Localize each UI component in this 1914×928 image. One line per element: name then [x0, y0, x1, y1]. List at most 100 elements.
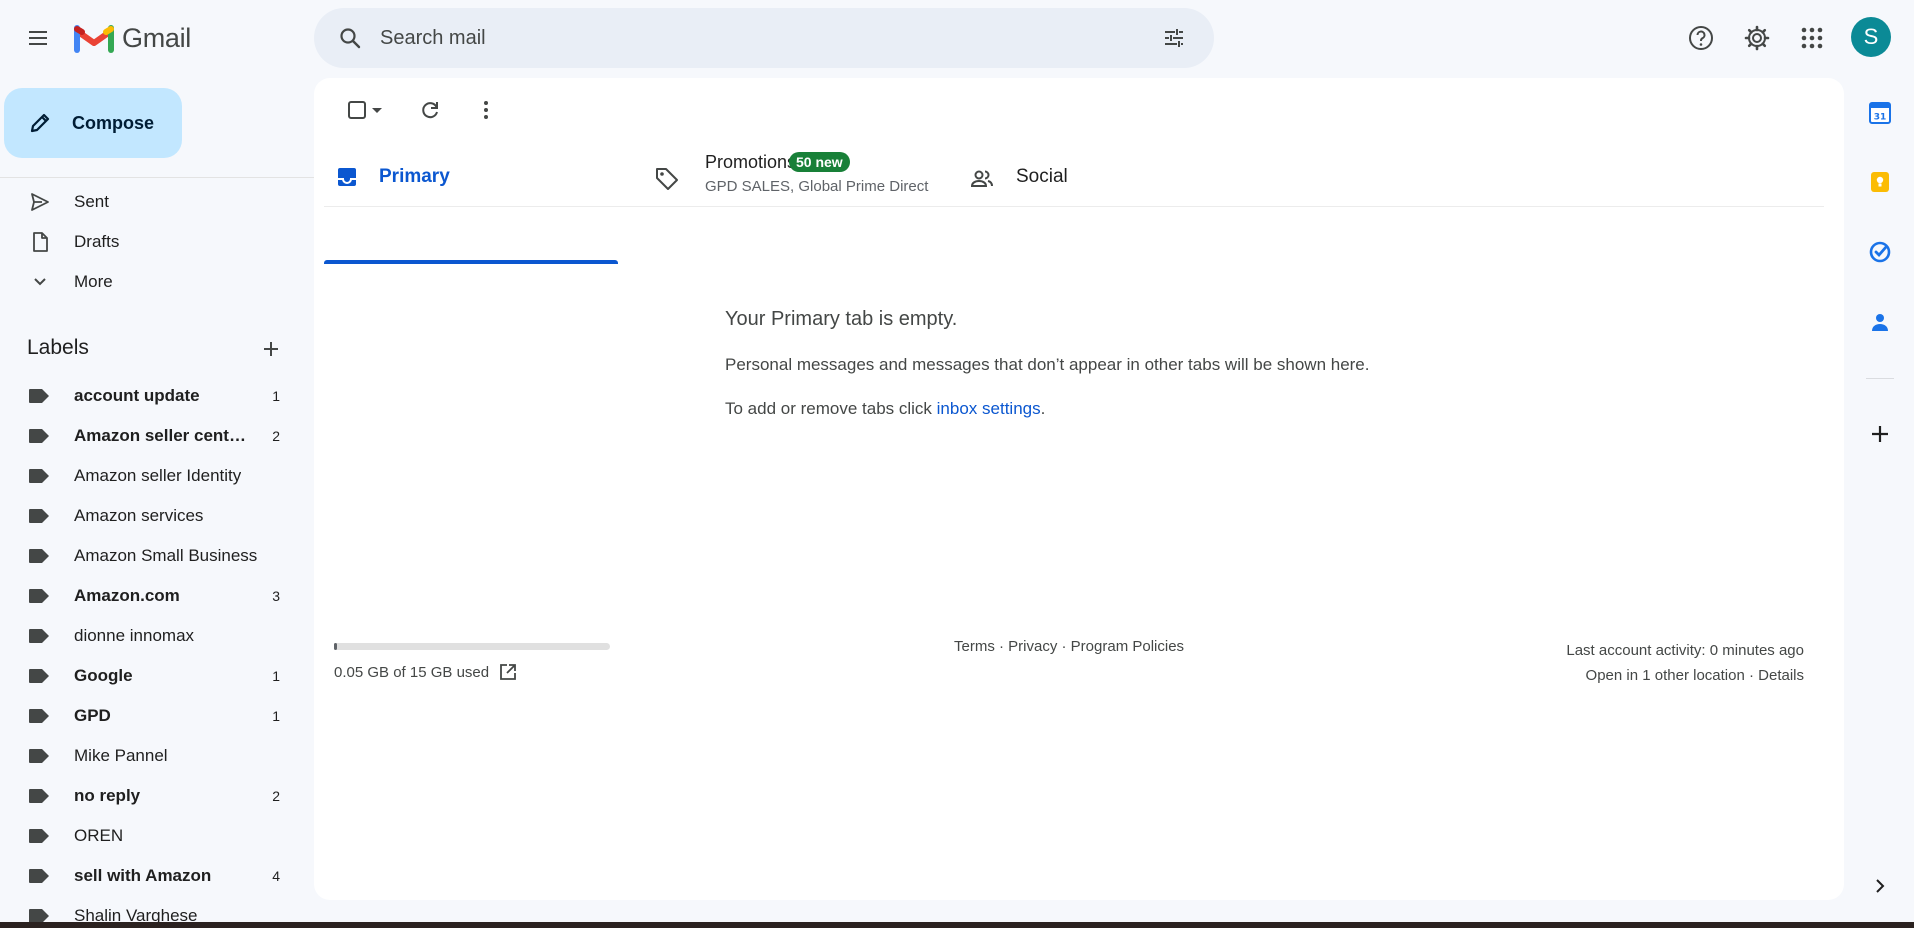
- empty-state-description: Personal messages and messages that don’…: [725, 355, 1370, 374]
- empty-state-title: Your Primary tab is empty.: [725, 308, 958, 330]
- label-unread-count: 2: [272, 428, 280, 444]
- people-icon: [970, 170, 993, 187]
- tab-label: Social: [1016, 166, 1068, 187]
- label-name: Google: [74, 666, 133, 685]
- taskbar-strip: [0, 922, 1914, 928]
- expand-chevron-icon[interactable]: [1864, 870, 1896, 902]
- label-icon: [28, 668, 50, 684]
- label-unread-count: 1: [272, 668, 280, 684]
- tab-label: Promotions: [705, 152, 797, 172]
- tabs-divider: [324, 206, 1824, 207]
- gmail-logo[interactable]: Gmail: [74, 20, 191, 56]
- label-icon: [28, 388, 50, 404]
- select-dropdown-icon[interactable]: [370, 90, 384, 130]
- label-icon: [28, 468, 50, 484]
- nav-item-label: More: [74, 272, 113, 291]
- label-icon: [28, 628, 50, 644]
- label-unread-count: 4: [272, 868, 280, 884]
- search-input[interactable]: [380, 26, 1140, 50]
- storage-usage-fill: [334, 643, 337, 650]
- label-item[interactable]: GPD 1: [0, 698, 300, 734]
- label-item[interactable]: Amazon seller cent… 2: [0, 418, 300, 454]
- label-item[interactable]: Amazon.com 3: [0, 578, 300, 614]
- label-name: GPD: [74, 706, 111, 725]
- help-icon[interactable]: [1681, 18, 1721, 58]
- label-name: sell with Amazon: [74, 866, 212, 885]
- inbox-tabs: Primary Promotions 50 new GPD SALES, Glo…: [324, 136, 1824, 286]
- tip-prefix: To add or remove tabs click: [725, 399, 937, 418]
- inbox-settings-link[interactable]: inbox settings: [937, 399, 1041, 418]
- tab-social[interactable]: Social: [969, 136, 1169, 266]
- search-options-icon[interactable]: [1154, 18, 1194, 58]
- compose-label: Compose: [72, 112, 155, 133]
- other-location-details[interactable]: Open in 1 other location · Details: [1566, 663, 1804, 688]
- label-unread-count: 3: [272, 588, 280, 604]
- calendar-day: 31: [1874, 113, 1887, 123]
- search-bar[interactable]: [314, 8, 1214, 68]
- label-icon: [28, 748, 50, 764]
- label-name: dionne innomax: [74, 626, 195, 645]
- more-options-icon[interactable]: [458, 90, 514, 130]
- label-icon: [28, 708, 50, 724]
- label-item[interactable]: account update 1: [0, 378, 300, 414]
- label-item[interactable]: Mike Pannel: [0, 738, 300, 774]
- google-apps-icon[interactable]: [1792, 18, 1832, 58]
- label-name: OREN: [74, 826, 124, 845]
- label-item[interactable]: no reply 2: [0, 778, 300, 814]
- label-item[interactable]: Amazon Small Business: [0, 538, 300, 574]
- account-avatar[interactable]: S: [1851, 17, 1891, 57]
- nav-item-label: Sent: [74, 192, 109, 211]
- label-unread-count: 1: [272, 388, 280, 404]
- nav-item-more[interactable]: More: [0, 264, 300, 300]
- chevron-down-icon: [28, 270, 52, 294]
- label-item[interactable]: dionne innomax: [0, 618, 300, 654]
- settings-gear-icon[interactable]: [1737, 18, 1777, 58]
- tag-icon: [656, 168, 678, 190]
- account-activity: Last account activity: 0 minutes ago Ope…: [1566, 638, 1804, 688]
- search-icon[interactable]: [330, 18, 370, 58]
- tab-promotions[interactable]: Promotions 50 new GPD SALES, Global Prim…: [654, 136, 954, 266]
- draft-icon: [28, 230, 52, 254]
- refresh-icon[interactable]: [402, 90, 458, 130]
- nav-item-drafts[interactable]: Drafts: [0, 224, 300, 260]
- label-name: Amazon services: [74, 506, 204, 525]
- footer-links[interactable]: Terms · Privacy · Program Policies: [954, 638, 1184, 655]
- label-icon: [28, 548, 50, 564]
- calendar-icon[interactable]: 31: [1864, 97, 1896, 129]
- nav-item-sent[interactable]: Sent: [0, 184, 300, 220]
- keep-icon[interactable]: [1864, 166, 1896, 198]
- label-item[interactable]: Amazon services: [0, 498, 300, 534]
- add-label-icon[interactable]: [256, 334, 286, 364]
- label-item[interactable]: Google 1: [0, 658, 300, 694]
- side-panel-divider: [1866, 378, 1894, 379]
- label-name: Amazon Small Business: [74, 546, 258, 565]
- empty-state-tip: To add or remove tabs click inbox settin…: [725, 399, 1045, 419]
- app-name: Gmail: [122, 22, 192, 53]
- nav-divider: [0, 177, 314, 178]
- label-item[interactable]: sell with Amazon 4: [0, 858, 300, 894]
- inbox-icon: [338, 168, 356, 186]
- add-icon[interactable]: [1864, 418, 1896, 450]
- compose-button[interactable]: Compose: [4, 88, 182, 158]
- last-activity-text: Last account activity: 0 minutes ago: [1566, 642, 1804, 659]
- send-icon: [28, 190, 52, 214]
- tasks-icon[interactable]: [1864, 236, 1896, 268]
- labels-heading: Labels: [27, 336, 89, 359]
- open-in-new-icon[interactable]: [499, 663, 517, 681]
- label-name: Amazon seller Identity: [74, 466, 242, 485]
- gmail-m-icon: [74, 25, 114, 53]
- tab-primary[interactable]: Primary: [324, 136, 618, 266]
- pencil-icon: [30, 113, 50, 133]
- storage-info: 0.05 GB of 15 GB used: [334, 663, 517, 681]
- contacts-icon[interactable]: [1864, 306, 1896, 338]
- label-item[interactable]: OREN: [0, 818, 300, 854]
- main-menu-icon[interactable]: [18, 18, 58, 58]
- label-item[interactable]: Amazon seller Identity: [0, 458, 300, 494]
- label-name: Amazon.com: [74, 586, 180, 605]
- label-icon: [28, 868, 50, 884]
- label-icon: [28, 788, 50, 804]
- top-header: Gmail S: [0, 0, 1914, 76]
- label-unread-count: 1: [272, 708, 280, 724]
- tab-label: Primary: [379, 166, 450, 187]
- new-count-badge: 50 new: [789, 152, 850, 172]
